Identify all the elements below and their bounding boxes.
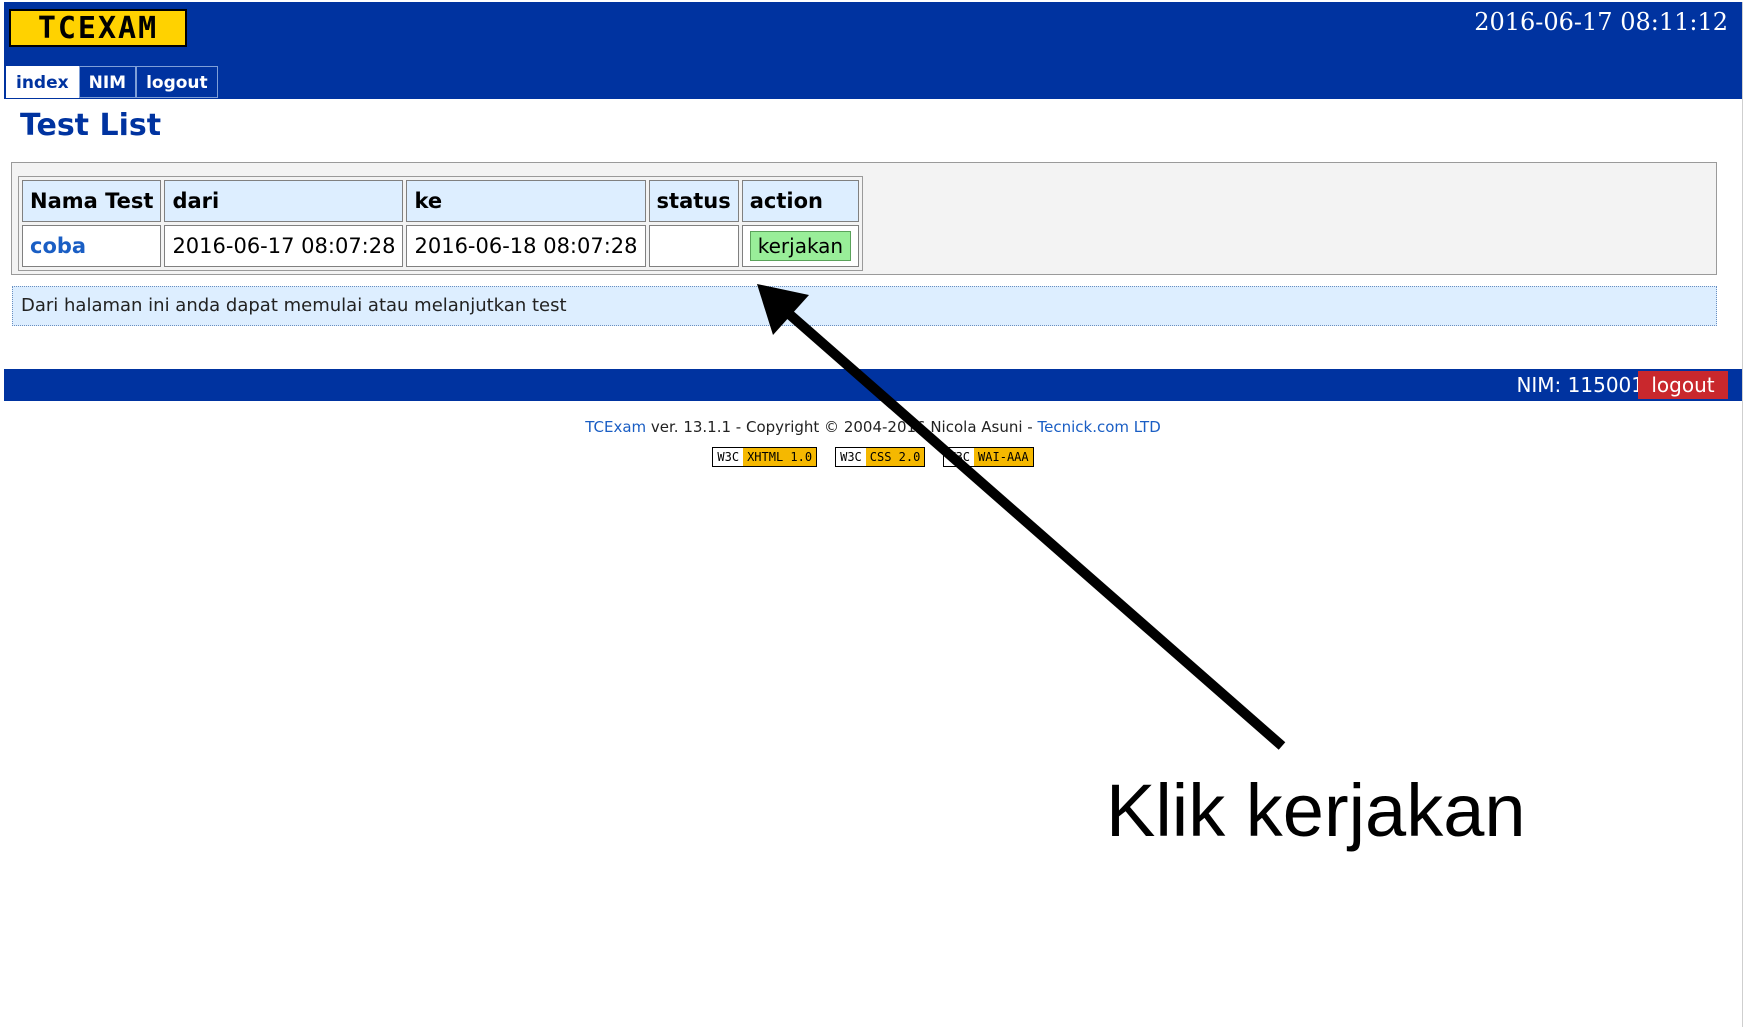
annotation-text: Klik kerjakan xyxy=(1106,769,1526,852)
annotation-arrow-icon xyxy=(757,284,1286,750)
arrow-shaft xyxy=(776,302,1286,750)
